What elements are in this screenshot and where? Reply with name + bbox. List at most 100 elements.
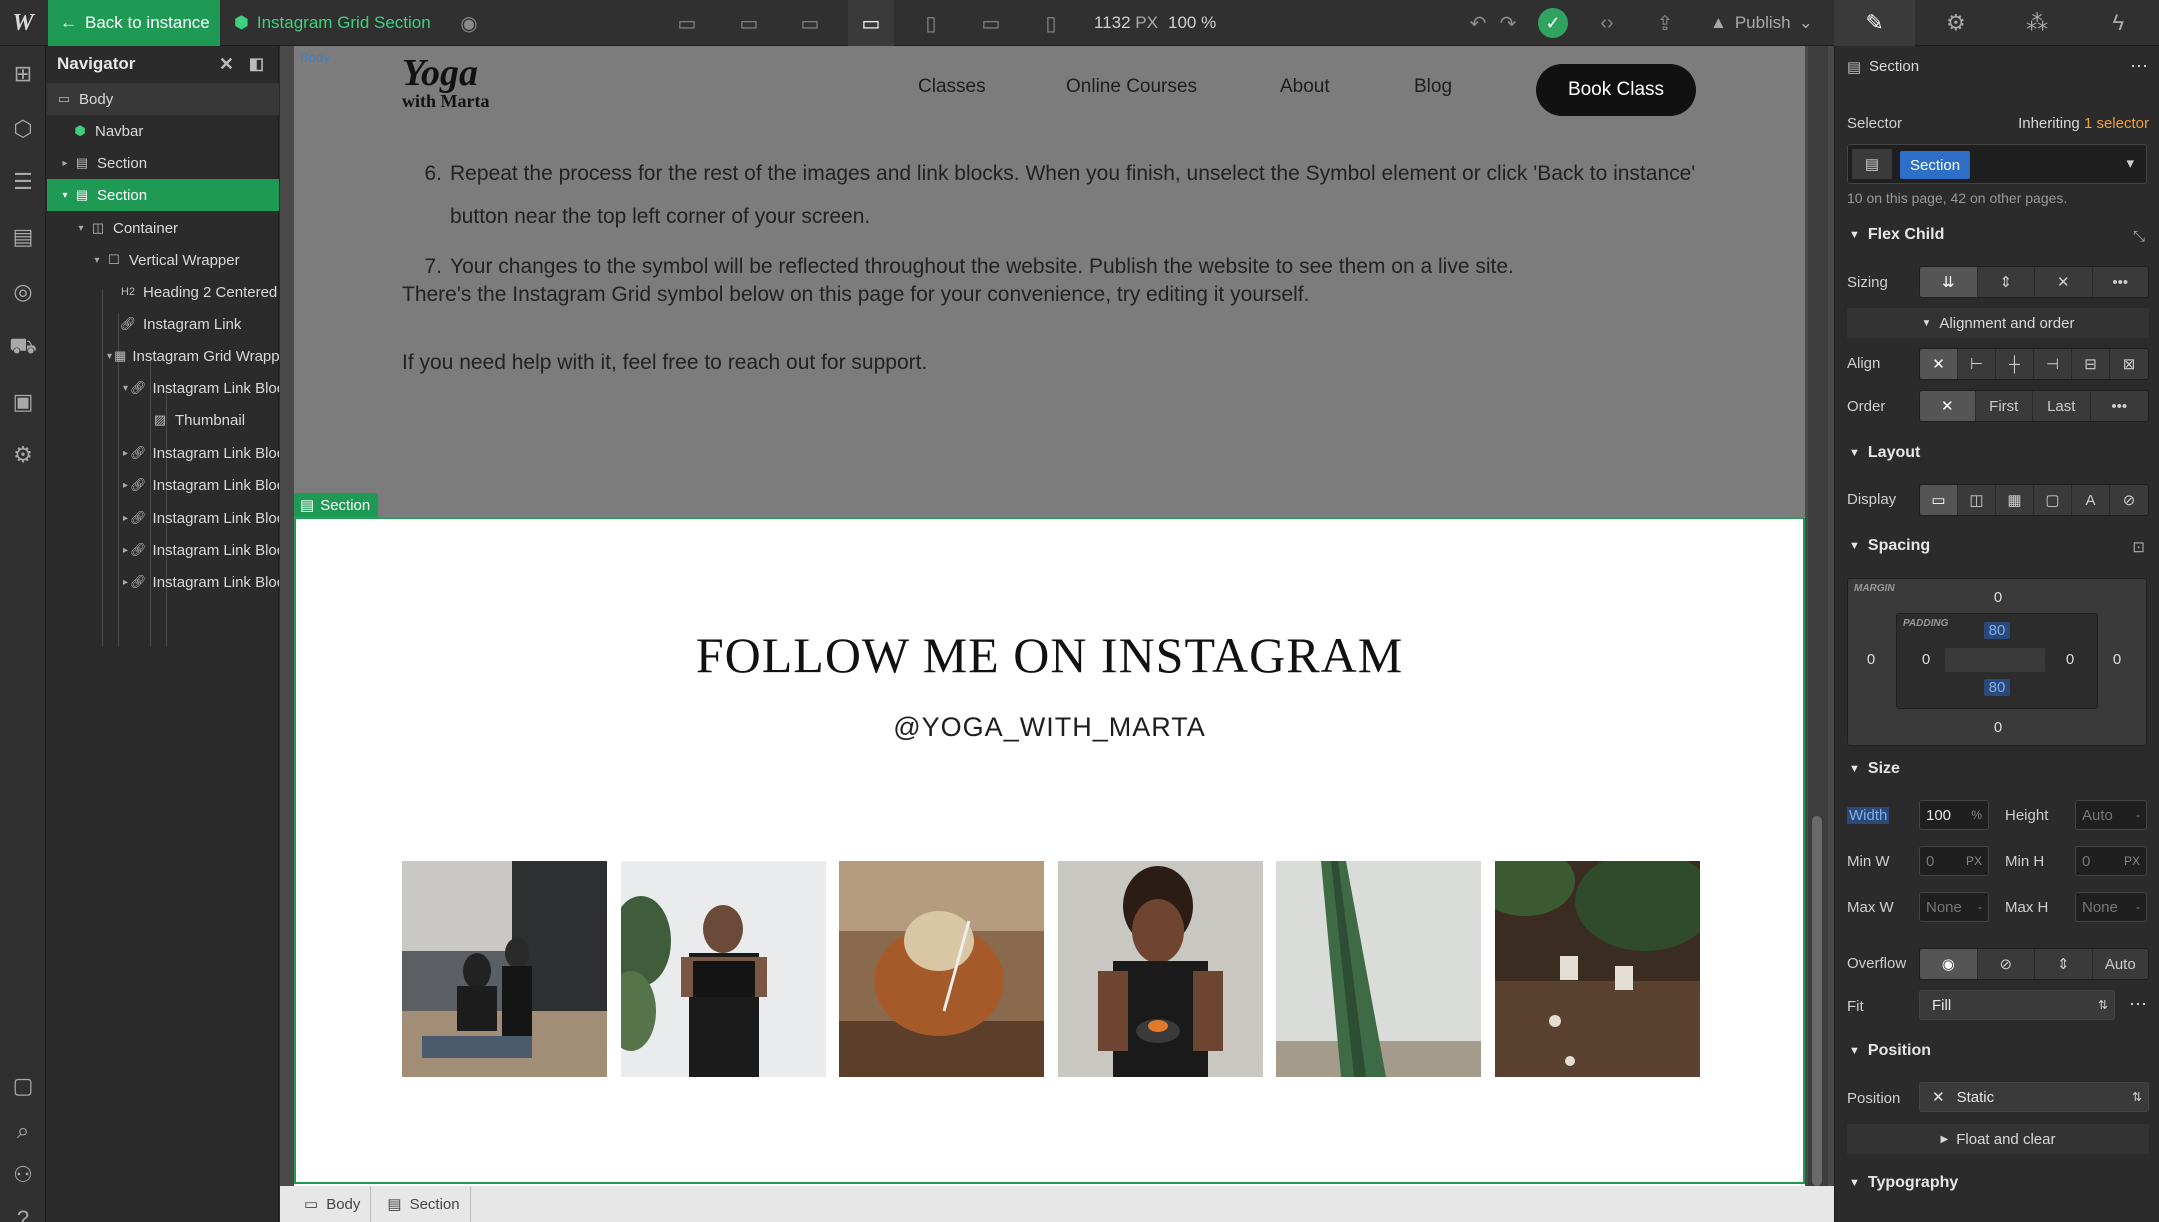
caret-right-icon[interactable]: ▸ [123,448,128,459]
align-stretch-icon[interactable]: ⊟ [2072,349,2110,379]
help-icon[interactable]: ? [0,1196,46,1222]
breakpoint-landscape-icon[interactable]: ▭ [968,0,1014,46]
site-nav-online-courses[interactable]: Online Courses [1066,76,1197,98]
nav-item-container[interactable]: ▾ ◫ Container [47,212,279,244]
breakpoint-lg-icon[interactable]: ▭ [787,0,833,46]
caret-right-icon[interactable]: ▸ [123,545,128,556]
nav-item-instagram-link-block[interactable]: ▸ 🔗︎ Instagram Link Block [47,469,279,501]
overflow-scroll-icon[interactable]: ⇕ [2035,949,2093,979]
align-end-icon[interactable]: ⊣ [2034,349,2072,379]
canvas-scroll-thumb[interactable] [1812,816,1822,1186]
nav-item-body[interactable]: ▭ Body [47,83,279,115]
size-header[interactable]: ▼ Size [1849,760,1900,778]
max-width-input[interactable]: None - [1919,892,1989,922]
instagram-handle-link[interactable]: @YOGA_WITH_MARTA [294,712,1805,743]
instagram-thumbnail[interactable] [621,861,826,1077]
padding-left-value[interactable]: 0 [1911,651,1941,668]
caret-down-icon[interactable]: ▾ [107,351,112,362]
align-start-icon[interactable]: ⊢ [1958,349,1996,379]
align-center-icon[interactable]: ┼ [1996,349,2034,379]
instagram-thumbnail[interactable] [1058,861,1263,1077]
typography-header[interactable]: ▼ Typography [1849,1174,1958,1192]
nav-item-section-selected[interactable]: ▾ ▤ Section [47,179,279,211]
nav-item-vertical-wrapper[interactable]: ▾ ☐ Vertical Wrapper [47,244,279,276]
float-clear-toggle[interactable]: ▶ Float and clear [1847,1124,2149,1154]
width-input[interactable]: 100 % [1919,800,1989,830]
nav-item-instagram-link-block[interactable]: ▸ 🔗︎ Instagram Link Block [47,566,279,598]
caret-down-icon[interactable]: ▾ [75,223,87,234]
instagram-thumbnail[interactable] [402,861,607,1077]
code-export-icon[interactable]: ‹› [1584,0,1630,46]
display-inline-block-icon[interactable]: ▢ [2034,485,2072,515]
caret-right-icon[interactable]: ▸ [123,480,128,491]
alignment-order-toggle[interactable]: ▼ Alignment and order [1847,308,2149,338]
align-auto-icon[interactable]: ✕ [1920,349,1958,379]
height-input[interactable]: Auto - [2075,800,2147,830]
margin-right-value[interactable]: 0 [2102,651,2132,668]
height-unit[interactable]: - [2136,808,2140,822]
navigator-icon[interactable]: ☰ [0,159,46,205]
instagram-thumbnail[interactable] [1495,861,1700,1077]
chevron-down-icon[interactable]: ▾ [2126,154,2134,172]
canvas-settings-icon[interactable]: ▢ [0,1063,46,1109]
selector-chip[interactable]: Section [1900,151,1971,179]
caret-down-icon[interactable]: ▾ [123,383,128,394]
nav-item-instagram-link-block[interactable]: ▸ 🔗︎ Instagram Link Block [47,437,279,469]
selector-field[interactable]: ▤ Section ▾ [1847,144,2147,184]
assets-images-icon[interactable]: ▣ [0,379,46,425]
redo-icon[interactable]: ↷ [1488,0,1528,46]
instagram-thumbnail[interactable] [1276,861,1481,1077]
breakpoint-mobile-icon[interactable]: ▯ [1028,0,1074,46]
padding-bottom-value[interactable]: 80 [1984,679,2010,696]
margin-bottom-value[interactable]: 0 [1983,719,2013,736]
breakpoint-tablet-icon[interactable]: ▯ [908,0,954,46]
style-manager-drops-icon[interactable]: ⁂ [1997,0,2078,46]
overflow-visible-eye-icon[interactable]: ◉ [1920,949,1978,979]
position-header[interactable]: ▼ Position [1849,1042,1931,1060]
nav-item-thumbnail[interactable]: ▨ Thumbnail [47,404,279,436]
breakpoint-xl-icon[interactable]: ▭ [726,0,772,46]
sizing-grow-icon[interactable]: ⇕ [1978,267,2035,297]
site-nav-about[interactable]: About [1280,76,1330,98]
nav-item-instagram-link[interactable]: 🔗︎ Instagram Link [47,308,279,340]
nav-item-instagram-link-block[interactable]: ▾ 🔗︎ Instagram Link Block [47,372,279,404]
breadcrumb-section[interactable]: ▤ Section [377,1186,471,1222]
instagram-thumbnail[interactable] [839,861,1044,1077]
interactions-bolt-icon[interactable]: ϟ [2078,0,2159,46]
search-icon[interactable]: ⌕ [0,1108,46,1154]
site-nav-blog[interactable]: Blog [1414,76,1452,98]
symbols-cube-icon[interactable]: ⬡ [0,106,46,152]
caret-down-icon[interactable]: ▾ [91,255,103,266]
caret-right-icon[interactable]: ▸ [123,577,128,588]
caret-right-icon[interactable]: ▸ [59,158,71,169]
nav-item-instagram-grid-wrapper[interactable]: ▾ ▦ Instagram Grid Wrapper [47,340,279,372]
caret-right-icon[interactable]: ▸ [123,513,128,524]
padding-right-value[interactable]: 0 [2055,651,2085,668]
flex-child-header[interactable]: ▼ Flex Child [1849,226,1944,244]
order-first-button[interactable]: First [1976,391,2034,421]
project-settings-icon[interactable]: ⚙ [0,432,46,478]
more-icon[interactable]: ••• [2093,267,2149,297]
book-class-button[interactable]: Book Class [1536,64,1696,116]
pages-icon[interactable]: ▤ [0,214,46,260]
order-last-button[interactable]: Last [2033,391,2091,421]
max-height-input[interactable]: None - [2075,892,2147,922]
layout-header[interactable]: ▼ Layout [1849,444,1920,462]
cms-database-icon[interactable]: ◎ [0,269,46,315]
min-width-unit[interactable]: PX [1966,854,1982,868]
order-none-icon[interactable]: ✕ [1920,391,1976,421]
caret-down-icon[interactable]: ▾ [59,190,71,201]
nav-item-heading[interactable]: H2 Heading 2 Centered [47,276,279,308]
close-icon[interactable]: ✕ [219,54,234,75]
max-height-unit[interactable]: - [2136,900,2140,914]
sizing-none-icon[interactable]: ✕ [2035,267,2093,297]
display-grid-icon[interactable]: ▦ [1996,485,2034,515]
dock-panel-icon[interactable]: ◧ [249,54,264,74]
ecommerce-cart-icon[interactable]: ⛟ [0,324,46,370]
spacing-expand-icon[interactable]: ⊡ [2132,538,2145,556]
position-select[interactable]: ✕ Static ⇅ [1919,1082,2149,1112]
min-width-input[interactable]: 0 PX [1919,846,1989,876]
save-status-check-icon[interactable]: ✓ [1538,8,1568,38]
display-block-icon[interactable]: ▭ [1920,485,1958,515]
site-nav-classes[interactable]: Classes [918,76,986,98]
